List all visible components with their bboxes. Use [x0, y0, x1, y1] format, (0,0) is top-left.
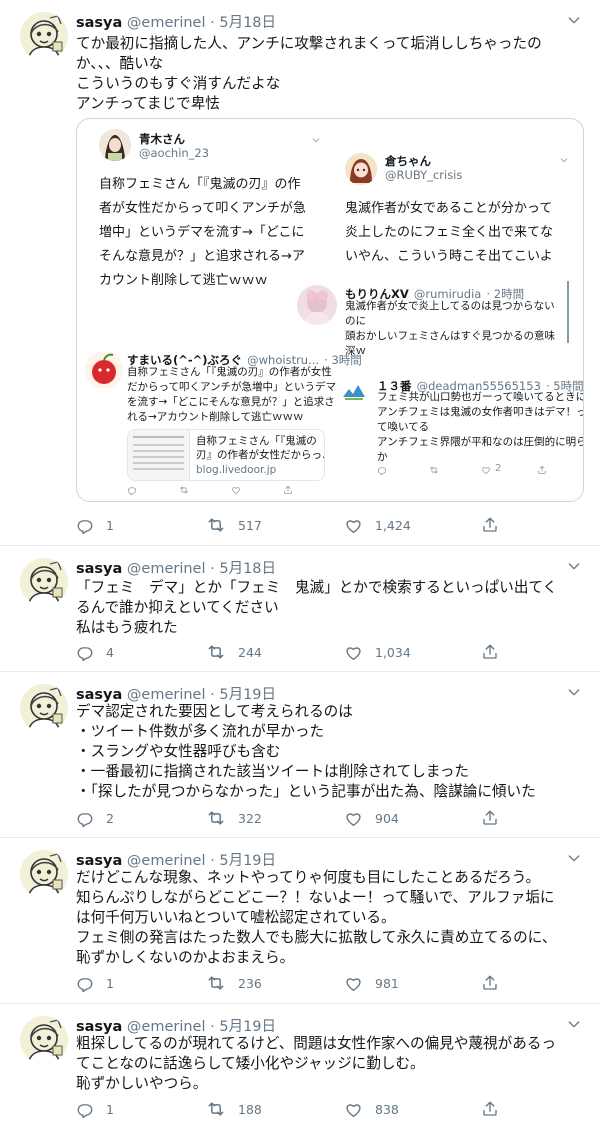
retweet-icon	[206, 515, 226, 535]
chevron-down-icon	[311, 135, 321, 145]
tweet-actions: 4 244 1,034	[76, 642, 506, 662]
reply-button[interactable]: 1	[76, 1099, 114, 1119]
retweet-icon	[206, 1099, 226, 1119]
display-name[interactable]: sasya	[76, 561, 122, 577]
avatar[interactable]	[20, 558, 68, 606]
quoted-tweet-jusan: １３番 @deadman55565153 · 5時間 フェミ共が山口勢也ガーって…	[339, 373, 583, 483]
heart-icon	[344, 974, 363, 993]
quoted-tweet-kura: 倉ちゃん @RUBY_crisis 鬼滅作者が女であることが分かって 炎上したの…	[333, 147, 583, 272]
handle[interactable]: @emerinel	[127, 853, 206, 869]
tweet-actions: 2 322 904	[76, 808, 506, 828]
tweet[interactable]: sasya @emerinel · 5月19日 だけどこんな現象、ネットやってり…	[0, 838, 600, 1004]
tweet-header: sasya @emerinel · 5月19日	[76, 1019, 277, 1035]
chevron-down-icon[interactable]	[566, 558, 582, 574]
avatar	[85, 351, 123, 389]
tweet-header: sasya @emerinel · 5月19日	[76, 687, 277, 703]
share-icon	[481, 974, 499, 992]
share-button[interactable]	[481, 1099, 511, 1119]
display-name[interactable]: sasya	[76, 15, 122, 31]
tweet-actions: 1 517 1,424	[76, 515, 506, 535]
tweet-header: sasya @emerinel · 5月18日	[76, 561, 277, 577]
avatar[interactable]	[20, 684, 68, 732]
handle[interactable]: @emerinel	[127, 1019, 206, 1035]
tweet[interactable]: sasya @emerinel · 5月19日 デマ認定された要因として考えられ…	[0, 672, 600, 838]
quoted-tweet-sumairu: すまいる(^-^)ぶろぐ @whoistru... · 3時間 自称フェミさん「…	[83, 347, 362, 497]
share-icon	[481, 809, 499, 827]
share-icon	[481, 643, 499, 661]
chevron-down-icon[interactable]	[566, 850, 582, 866]
handle[interactable]: @emerinel	[127, 15, 206, 31]
timestamp[interactable]: 5月19日	[219, 687, 276, 703]
tweet[interactable]: sasya @emerinel · 5月18日 「フェミ デマ」とか「フェミ 鬼…	[0, 546, 600, 672]
tweet-header: sasya @emerinel · 5月19日	[76, 853, 277, 869]
tweet-text: 粗探ししてるのが現れてるけど、問題は女性作家への偏見や蔑視があるっ てことなのに…	[76, 1035, 556, 1092]
like-button[interactable]: 1,034	[344, 642, 411, 662]
share-button[interactable]	[481, 515, 511, 535]
reply-icon	[76, 809, 94, 827]
retweet-button[interactable]: 517	[206, 515, 262, 535]
chevron-down-icon[interactable]	[566, 12, 582, 28]
timestamp[interactable]: 5月19日	[219, 853, 276, 869]
reply-icon	[76, 974, 94, 992]
tweet-header: sasya @emerinel · 5月18日	[76, 15, 277, 31]
retweet-icon	[206, 808, 226, 828]
tweet-text: 「フェミ デマ」とか「フェミ 鬼滅」とかで検索するといっぱい出てく るんで誰か抑…	[76, 579, 558, 636]
like-button[interactable]: 1,424	[344, 515, 411, 535]
tweet[interactable]: sasya @emerinel · 5月19日 粗探ししてるのが現れてるけど、問…	[0, 1004, 600, 1129]
link-card: 自称フェミさん「『鬼滅の 刃』の作者が女性だからっ... blog.livedo…	[127, 429, 325, 481]
timestamp[interactable]: 5月18日	[219, 15, 276, 31]
reply-button[interactable]: 4	[76, 642, 114, 662]
heart-icon	[344, 516, 363, 535]
avatar	[341, 377, 367, 403]
reply-icon	[76, 1100, 94, 1118]
reply-button[interactable]: 1	[76, 515, 114, 535]
avatar[interactable]	[20, 1016, 68, 1064]
heart-icon	[344, 809, 363, 828]
quoted-tweet-aochin: 青木さん @aochin_23 自称フェミさん「『鬼滅の刃』の作 者が女性だから…	[87, 125, 337, 290]
avatar	[297, 285, 337, 325]
avatar	[345, 153, 377, 185]
share-button[interactable]	[481, 808, 511, 828]
display-name[interactable]: sasya	[76, 1019, 122, 1035]
display-name[interactable]: sasya	[76, 853, 122, 869]
timestamp[interactable]: 5月19日	[219, 1019, 276, 1035]
retweet-button[interactable]: 236	[206, 973, 262, 993]
share-button[interactable]	[481, 973, 511, 993]
reply-button[interactable]: 2	[76, 808, 114, 828]
avatar[interactable]	[20, 12, 68, 60]
chevron-down-icon	[559, 155, 569, 165]
retweet-button[interactable]: 188	[206, 1099, 262, 1119]
display-name[interactable]: sasya	[76, 687, 122, 703]
like-button[interactable]: 904	[344, 808, 399, 828]
share-icon	[481, 516, 499, 534]
heart-icon	[344, 1100, 363, 1119]
like-button[interactable]: 981	[344, 973, 399, 993]
like-button[interactable]: 838	[344, 1099, 399, 1119]
handle[interactable]: @emerinel	[127, 687, 206, 703]
handle[interactable]: @emerinel	[127, 561, 206, 577]
tweet[interactable]: sasya @emerinel · 5月18日 てか最初に指摘した人、アンチに攻…	[0, 0, 600, 546]
tweet-actions: 1 188 838	[76, 1099, 506, 1119]
reply-icon	[76, 516, 94, 534]
chevron-down-icon[interactable]	[566, 684, 582, 700]
avatar	[99, 129, 131, 161]
avatar[interactable]	[20, 850, 68, 898]
tweet-text: てか最初に指摘した人、アンチに攻撃されまくって垢消ししちゃったの か、、、酷いな…	[76, 35, 542, 112]
tweet-actions: 1 236 981	[76, 973, 506, 993]
share-icon	[481, 1100, 499, 1118]
chevron-down-icon[interactable]	[566, 1016, 582, 1032]
attached-image[interactable]: 青木さん @aochin_23 自称フェミさん「『鬼滅の刃』の作 者が女性だから…	[76, 118, 584, 502]
tweet-text: だけどこんな現象、ネットやってりゃ何度も目にしたことあるだろう。 知らんぷりしな…	[76, 869, 557, 966]
retweet-icon	[206, 642, 226, 662]
share-button[interactable]	[481, 642, 511, 662]
timestamp[interactable]: 5月18日	[219, 561, 276, 577]
tweet-text: デマ認定された要因として考えられるのは ・ツイート件数が多く流れが早かった ・ス…	[76, 703, 536, 800]
reply-icon	[76, 643, 94, 661]
retweet-button[interactable]: 322	[206, 808, 262, 828]
heart-icon	[344, 643, 363, 662]
retweet-icon	[206, 973, 226, 993]
reply-button[interactable]: 1	[76, 973, 114, 993]
retweet-button[interactable]: 244	[206, 642, 262, 662]
